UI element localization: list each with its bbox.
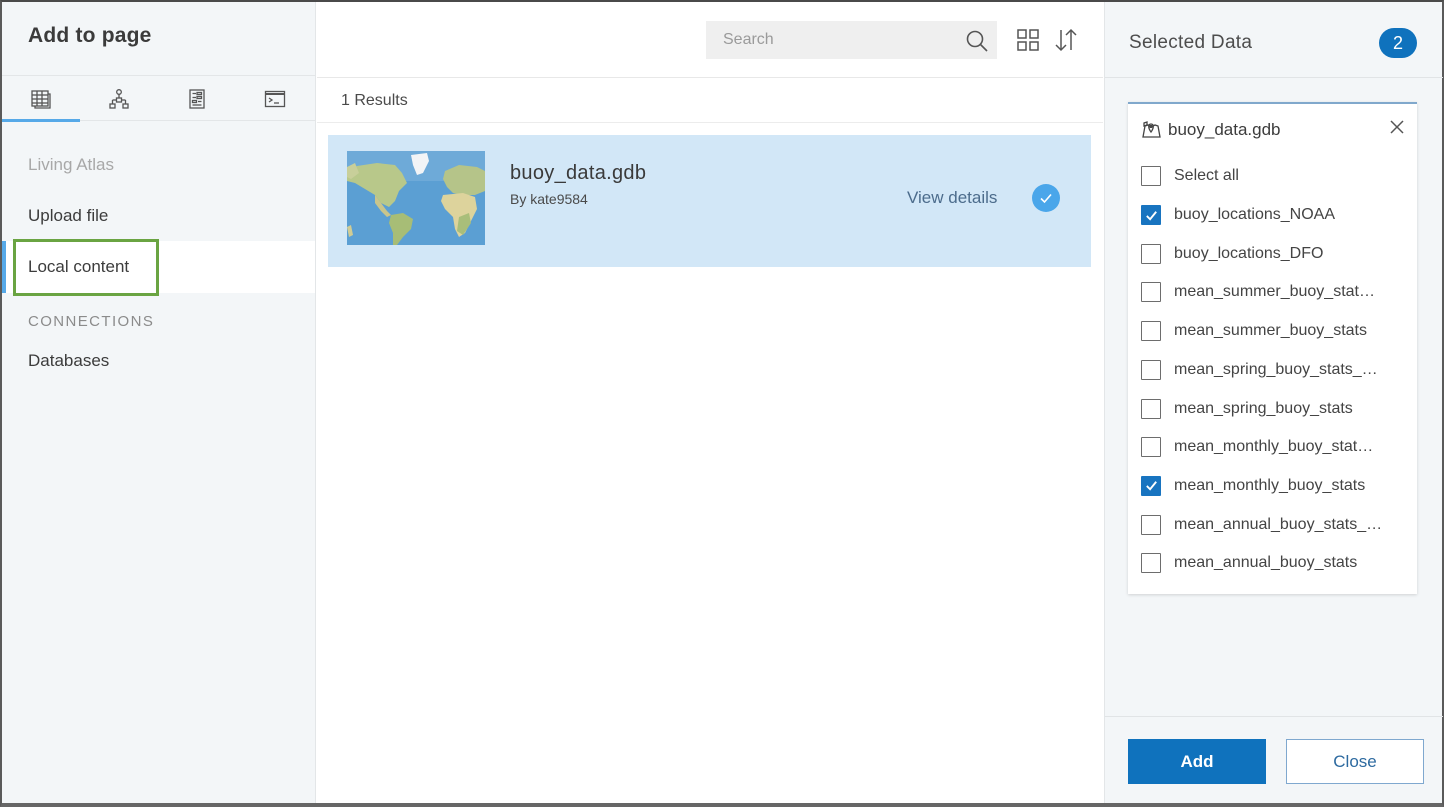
layer-checkbox[interactable]: mean_summer_buoy_stat… (1141, 280, 1375, 304)
checkbox-label: mean_monthly_buoy_stat… (1174, 438, 1374, 456)
form-icon (189, 88, 205, 109)
layer-checkbox[interactable]: buoy_locations_DFO (1141, 242, 1323, 266)
sort-icon[interactable] (1054, 28, 1078, 52)
left-panel: Add to page Living Atlas Upload file Loc… (2, 2, 316, 803)
checkbox-checked-icon[interactable] (1141, 475, 1161, 496)
panel-footer: Add Close (1105, 716, 1443, 803)
result-item[interactable]: buoy_data.gdb By kate9584 View details (328, 135, 1091, 267)
nav-label: Upload file (28, 206, 109, 225)
checkbox-icon[interactable] (1141, 282, 1161, 303)
nav-local-content[interactable]: Local content (2, 239, 315, 296)
search-input[interactable] (723, 31, 953, 49)
source-card: buoy_data.gdb Select all buoy_locations_… (1128, 102, 1417, 594)
checkbox-label: buoy_locations_DFO (1174, 244, 1324, 262)
checkbox-icon[interactable] (1141, 398, 1161, 419)
checkbox-label: mean_summer_buoy_stats (1174, 322, 1367, 340)
checkbox-label: mean_spring_buoy_stats_… (1174, 360, 1378, 378)
add-button[interactable]: Add (1128, 739, 1266, 784)
checkbox-label: mean_annual_buoy_stats_… (1174, 515, 1383, 533)
close-icon[interactable] (1387, 117, 1407, 137)
layer-checkbox[interactable]: mean_monthly_buoy_stats (1141, 474, 1365, 498)
terminal-icon (264, 90, 286, 107)
selected-data-title: Selected Data (1129, 32, 1253, 53)
source-name: buoy_data.gdb (1168, 120, 1281, 139)
result-owner: By kate9584 (510, 191, 588, 207)
selected-data-header: Selected Data 2 (1105, 2, 1443, 78)
checkbox-label: Select all (1174, 167, 1239, 184)
checkbox-icon[interactable] (1141, 437, 1161, 458)
results-panel: 1 Results buoy_data.gdb (317, 2, 1103, 803)
world-map-thumbnail (347, 151, 485, 245)
selected-data-panel: Selected Data 2 buoy_data.gdb Select all… (1104, 2, 1443, 803)
dialog-title: Add to page (28, 24, 152, 47)
layer-checkbox[interactable]: mean_annual_buoy_stats_… (1141, 513, 1382, 537)
close-button[interactable]: Close (1286, 739, 1424, 784)
search-box (706, 21, 997, 59)
view-details-link[interactable]: View details (907, 188, 997, 208)
checkbox-icon[interactable] (1141, 166, 1161, 186)
checkbox-label: mean_spring_buoy_stats (1174, 399, 1353, 417)
source-header: buoy_data.gdb (1141, 120, 1281, 140)
tab-datasets[interactable] (2, 76, 80, 122)
nav-upload-file[interactable]: Upload file (2, 190, 315, 242)
checkbox-checked-icon[interactable] (1141, 205, 1161, 225)
checkbox-label: buoy_locations_NOAA (1174, 206, 1335, 223)
checkbox-icon[interactable] (1141, 359, 1161, 380)
source-tabs (2, 75, 315, 122)
layer-checkbox[interactable]: mean_summer_buoy_stats (1141, 319, 1367, 343)
nav-label: Local content (28, 257, 130, 276)
grid-view-icon[interactable] (1016, 28, 1040, 52)
nav-label: Living Atlas (28, 155, 114, 174)
checkbox-label: mean_annual_buoy_stats (1174, 554, 1358, 572)
hierarchy-icon (109, 88, 129, 109)
nav-databases[interactable]: Databases (2, 335, 315, 387)
layer-checkbox[interactable]: mean_spring_buoy_stats_… (1141, 358, 1378, 382)
selected-check-icon[interactable] (1032, 184, 1060, 212)
nav-living-atlas[interactable]: Living Atlas (2, 139, 315, 191)
layer-checkbox[interactable]: mean_annual_buoy_stats (1141, 551, 1357, 575)
results-count: 1 Results (317, 79, 1103, 123)
checkbox-icon[interactable] (1141, 553, 1161, 574)
tab-form[interactable] (158, 76, 236, 121)
checkbox-label: mean_summer_buoy_stat… (1174, 283, 1375, 301)
layer-checkbox[interactable]: mean_monthly_buoy_stat… (1141, 435, 1373, 459)
select-all-checkbox[interactable]: Select all (1141, 164, 1239, 188)
table-icon (31, 89, 51, 109)
search-icon[interactable] (965, 29, 989, 53)
checkbox-icon[interactable] (1141, 514, 1161, 535)
selected-count-badge: 2 (1379, 28, 1417, 58)
nav-label: Databases (28, 351, 110, 370)
connections-heading: CONNECTIONS (28, 313, 155, 330)
checkbox-icon[interactable] (1141, 243, 1161, 264)
layer-checkbox[interactable]: mean_spring_buoy_stats (1141, 397, 1353, 421)
tab-script[interactable] (236, 76, 314, 121)
checkbox-label: mean_monthly_buoy_stats (1174, 476, 1366, 494)
result-name: buoy_data.gdb (510, 162, 647, 184)
results-toolbar (317, 2, 1103, 78)
tab-hierarchy[interactable] (80, 76, 158, 121)
checkbox-icon[interactable] (1141, 321, 1161, 342)
layer-checkbox[interactable]: buoy_locations_NOAA (1141, 203, 1335, 227)
geodatabase-icon (1142, 121, 1161, 138)
